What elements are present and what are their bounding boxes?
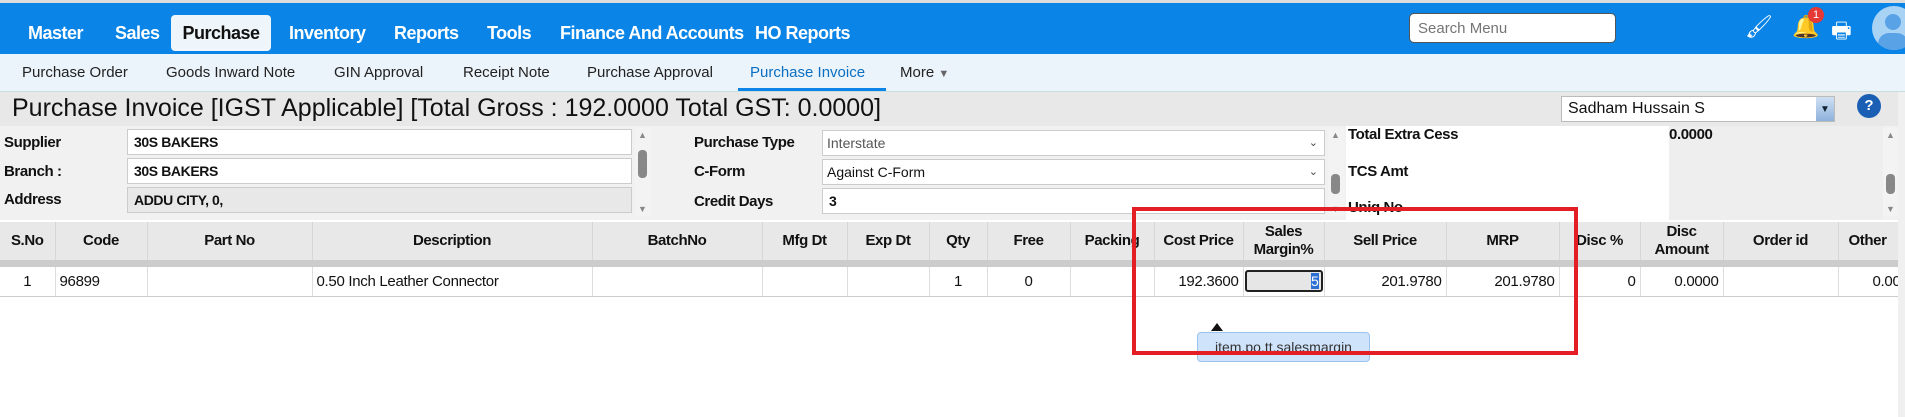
- purchase-type-value: Interstate: [827, 135, 886, 151]
- cell-qty[interactable]: 1: [929, 267, 988, 297]
- dropdown-arrow-icon: ▼: [1816, 97, 1834, 121]
- sub-navigation: Purchase Order Goods Inward Note GIN App…: [0, 54, 1905, 92]
- nav-inventory[interactable]: Inventory: [279, 15, 376, 51]
- tab-receipt-note[interactable]: Receipt Note: [459, 54, 554, 91]
- col-qty[interactable]: Qty: [929, 222, 988, 260]
- chevron-down-icon: ⌄: [1308, 137, 1318, 149]
- page-scrollbar[interactable]: [1898, 92, 1905, 417]
- cell-order-id[interactable]: [1723, 267, 1839, 297]
- printer-icon[interactable]: 🖶: [1831, 14, 1852, 52]
- col-free[interactable]: Free: [987, 222, 1071, 260]
- col-description[interactable]: Description: [312, 222, 593, 260]
- grid-header: S.No Code Part No Description BatchNo Mf…: [0, 222, 1905, 260]
- supplier-input[interactable]: 30S BAKERS: [127, 129, 632, 155]
- form-scrollbar-2[interactable]: ▲ ▼: [1328, 128, 1344, 216]
- cell-other[interactable]: 0.00: [1838, 267, 1905, 297]
- nav-reports[interactable]: Reports: [384, 15, 469, 51]
- credit-days-label: Credit Days: [694, 193, 773, 210]
- col-disc-amount[interactable]: Disc Amount: [1640, 222, 1724, 260]
- nav-purchase[interactable]: Purchase: [171, 15, 271, 51]
- caret-down-icon: ▼: [938, 68, 950, 80]
- cell-code[interactable]: 96899: [55, 267, 148, 297]
- nav-tools[interactable]: Tools: [477, 15, 541, 51]
- tab-purchase-order[interactable]: Purchase Order: [18, 54, 132, 91]
- branch-label: Branch :: [4, 163, 62, 180]
- highlight-annotation-box: [1132, 207, 1578, 355]
- address-label: Address: [4, 191, 62, 208]
- col-other[interactable]: Other: [1838, 222, 1905, 260]
- nav-master[interactable]: Master: [18, 15, 93, 51]
- extra-cess-value: 0.0000: [1669, 126, 1713, 143]
- help-icon[interactable]: ?: [1857, 94, 1881, 118]
- col-mfg-dt[interactable]: Mfg Dt: [762, 222, 848, 260]
- cell-free[interactable]: 0: [987, 267, 1071, 297]
- table-row[interactable]: 1 96899 0.50 Inch Leather Connector 1 0 …: [0, 267, 1905, 297]
- totals-scrollbar[interactable]: ▲ ▼: [1883, 128, 1899, 216]
- user-name: Sadham Hussain S: [1568, 100, 1705, 117]
- paint-brush-icon[interactable]: 🖌: [1745, 14, 1773, 40]
- col-exp-dt[interactable]: Exp Dt: [847, 222, 930, 260]
- cell-exp-dt[interactable]: [847, 267, 930, 297]
- col-sno[interactable]: S.No: [0, 222, 56, 260]
- branch-input[interactable]: 30S BAKERS: [127, 158, 632, 184]
- more-label: More: [900, 64, 935, 81]
- cell-sno: 1: [0, 267, 56, 297]
- items-grid: S.No Code Part No Description BatchNo Mf…: [0, 222, 1905, 297]
- user-select[interactable]: Sadham Hussain S ▼: [1561, 96, 1835, 122]
- cform-value: Against C-Form: [827, 164, 926, 180]
- form-scrollbar[interactable]: ▲ ▼: [635, 128, 651, 216]
- tab-goods-inward-note[interactable]: Goods Inward Note: [162, 54, 299, 91]
- address-input[interactable]: ADDU CITY, 0,: [127, 187, 632, 213]
- cell-mfg-dt[interactable]: [762, 267, 848, 297]
- supplier-label: Supplier: [4, 134, 61, 151]
- cform-select[interactable]: Against C-Form ⌄: [822, 159, 1325, 185]
- search-menu-input[interactable]: [1409, 13, 1616, 43]
- purchase-type-label: Purchase Type: [694, 134, 795, 151]
- tab-gin-approval[interactable]: GIN Approval: [330, 54, 427, 91]
- nav-ho-reports[interactable]: HO Reports: [745, 15, 860, 51]
- cell-batch[interactable]: [592, 267, 763, 297]
- cell-part-no[interactable]: [147, 267, 313, 297]
- cell-description[interactable]: 0.50 Inch Leather Connector: [312, 267, 593, 297]
- page-title: Purchase Invoice [IGST Applicable] [Tota…: [12, 94, 882, 122]
- col-code[interactable]: Code: [55, 222, 148, 260]
- disc-amount-header-text: Disc Amount: [1654, 223, 1710, 258]
- nav-sales[interactable]: Sales: [105, 15, 170, 51]
- col-part-no[interactable]: Part No: [147, 222, 313, 260]
- cform-label: C-Form: [694, 163, 745, 180]
- tab-purchase-invoice[interactable]: Purchase Invoice: [738, 54, 886, 91]
- top-navigation: Master Sales Purchase Inventory Reports …: [0, 0, 1905, 54]
- chevron-down-icon: ⌄: [1308, 166, 1318, 178]
- tab-more[interactable]: More ▼: [896, 54, 953, 91]
- cell-disc-amount[interactable]: 0.0000: [1640, 267, 1724, 297]
- purchase-type-select[interactable]: Interstate ⌄: [822, 130, 1325, 156]
- col-order-id[interactable]: Order id: [1723, 222, 1839, 260]
- nav-finance[interactable]: Finance And Accounts: [550, 15, 754, 51]
- header-separator: [0, 260, 1905, 267]
- tcs-amt-label: TCS Amt: [1348, 163, 1408, 180]
- extra-cess-label: Total Extra Cess: [1348, 126, 1459, 143]
- col-batch-no[interactable]: BatchNo: [592, 222, 763, 260]
- notification-badge: 1: [1808, 7, 1824, 23]
- tab-purchase-approval[interactable]: Purchase Approval: [583, 54, 717, 91]
